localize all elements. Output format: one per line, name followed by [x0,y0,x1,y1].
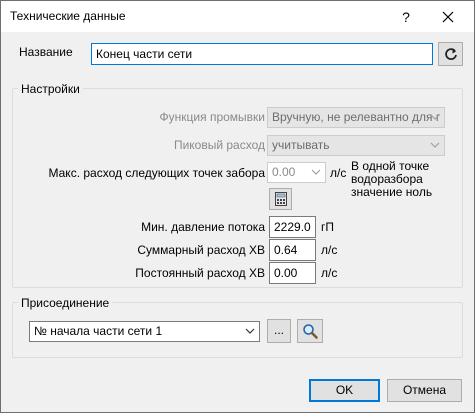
zero-note: В одной точке водоразбора значение ноль [351,160,432,199]
ok-button[interactable]: OK [309,379,380,402]
total-cold-flow-input[interactable]: 0.64 [269,239,316,261]
calculator-icon [274,192,287,206]
max-flow-next-value: 0.00 [272,165,296,179]
title-bar: Технические данные ? [1,1,474,32]
dialog-window: Технические данные ? Название Конец част… [0,0,475,413]
close-button[interactable] [429,4,467,30]
connection-group-title: Присоединение [18,296,113,310]
constant-cold-flow-input[interactable]: 0.00 [269,262,316,284]
max-flow-next-select: 0.00 [267,162,326,183]
chevron-down-icon [430,114,440,120]
chevron-down-icon [311,169,321,175]
peak-flow-label: Пиковый расход [173,138,265,152]
settings-group-title: Настройки [18,82,83,96]
browse-button[interactable]: ... [267,319,291,343]
dialog-title: Технические данные [10,9,126,23]
refresh-button[interactable] [438,42,463,66]
find-button[interactable] [297,319,323,343]
max-flow-next-unit: л/с [330,166,347,180]
flush-function-value: Вручную, не релевантно для г [272,110,441,124]
connection-select[interactable]: № начала части сети 1 [29,321,260,342]
connection-select-value: № начала части сети 1 [34,324,163,338]
constant-cold-flow-unit: л/с [321,266,338,280]
max-flow-next-label: Макс. расход следующих точек забора [48,166,266,180]
constant-cold-flow-label: Постоянный расход ХВ [135,266,265,280]
name-label: Название [19,45,73,59]
min-pressure-label: Мин. давление потока [141,220,265,234]
refresh-icon [444,48,457,60]
total-cold-flow-unit: л/с [321,243,338,257]
help-button[interactable]: ? [389,4,423,30]
cancel-button[interactable]: Отмена [387,379,462,402]
total-cold-flow-label: Суммарный расход ХВ [137,243,265,257]
peak-flow-value: учитывать [272,138,330,152]
flush-function-label: Функция промывки [159,110,265,124]
name-input[interactable]: Конец части сети [91,43,433,65]
zero-note-line-3: значение ноль [351,185,433,199]
chevron-down-icon [245,328,255,334]
close-icon [442,11,454,23]
flush-function-select: Вручную, не релевантно для г [267,107,445,128]
magnifier-icon [303,324,318,339]
min-pressure-unit: гП [321,220,335,234]
calculator-button[interactable] [269,188,292,210]
min-pressure-input[interactable]: 2229.0 [269,216,316,238]
chevron-down-icon [430,142,440,148]
peak-flow-select: учитывать [267,135,445,156]
